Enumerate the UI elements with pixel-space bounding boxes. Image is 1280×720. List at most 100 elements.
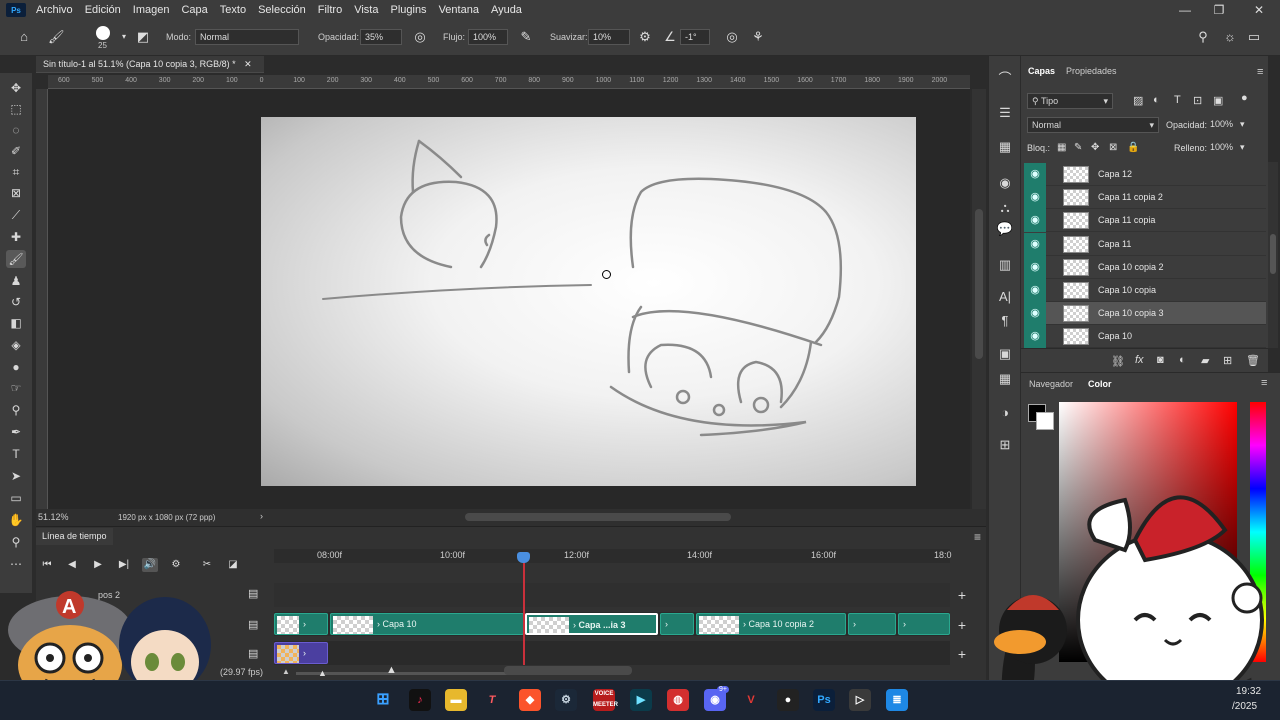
- grid-icon[interactable]: ▦: [996, 138, 1014, 156]
- brush-preview-icon[interactable]: [96, 26, 110, 40]
- menu-seleccion[interactable]: Selección: [252, 0, 312, 20]
- timeline-clip[interactable]: ›: [660, 613, 694, 635]
- frame-tool-icon[interactable]: ⊠: [6, 184, 26, 202]
- new-adjustment-icon[interactable]: ◐: [1179, 354, 1186, 366]
- document-tab[interactable]: Sin título-1 al 51.1% (Capa 10 copia 3, …: [36, 56, 264, 73]
- audio-icon[interactable]: 🔊: [142, 558, 158, 572]
- 3d-icon[interactable]: ◉: [996, 174, 1014, 192]
- more-tools-icon[interactable]: ⋯: [6, 555, 26, 573]
- obs-icon[interactable]: ●: [777, 689, 799, 711]
- voicemeeter-icon[interactable]: VOICE MEETER: [593, 689, 618, 711]
- lock-paint-icon[interactable]: ✎: [1074, 142, 1082, 153]
- pressure-size-icon[interactable]: ◎: [724, 29, 740, 45]
- layer-row[interactable]: ◉ Capa 11: [1024, 232, 1266, 256]
- filter-pixel-icon[interactable]: ▨: [1133, 94, 1143, 107]
- clock-time[interactable]: 19:32: [1236, 686, 1261, 697]
- menu-vista[interactable]: Vista: [348, 0, 384, 20]
- smudge-tool-icon[interactable]: ☞: [6, 379, 26, 397]
- playhead-handle[interactable]: [517, 552, 530, 563]
- photoshop-taskbar-icon[interactable]: Ps: [813, 689, 835, 711]
- new-layer-icon[interactable]: ⊞: [1223, 354, 1232, 367]
- add-track-icon[interactable]: +: [955, 588, 969, 602]
- delete-layer-icon[interactable]: 🗑: [1246, 354, 1260, 367]
- close-tab-icon[interactable]: ✕: [244, 59, 252, 69]
- lock-artboard-icon[interactable]: ⊠: [1109, 142, 1117, 153]
- path-icon[interactable]: ⛬: [996, 199, 1014, 217]
- visibility-toggle[interactable]: ◉: [1024, 232, 1046, 256]
- layers-scrollbar-thumb[interactable]: [1270, 234, 1276, 274]
- eraser-icon[interactable]: ◧: [6, 314, 26, 332]
- vertical-scrollbar-thumb[interactable]: [975, 209, 983, 359]
- menu-edicion[interactable]: Edición: [79, 0, 127, 20]
- search-icon[interactable]: ⚲: [1195, 29, 1211, 45]
- eyedropper-icon[interactable]: ⟋: [6, 206, 26, 224]
- close-icon[interactable]: ✕: [1240, 0, 1278, 20]
- menu-archivo[interactable]: Archivo: [30, 0, 79, 20]
- timeline-clip[interactable]: ›: [274, 613, 328, 635]
- clock-date[interactable]: /2025: [1232, 701, 1257, 712]
- timeline-zoom-thumb[interactable]: ▲: [318, 668, 327, 678]
- visibility-toggle[interactable]: ◉: [1024, 163, 1046, 186]
- layer-row[interactable]: ◉ Capa 10 copia 2: [1024, 255, 1266, 279]
- menu-ventana[interactable]: Ventana: [433, 0, 485, 20]
- adjustments-icon[interactable]: ☰: [996, 104, 1014, 122]
- channels-icon[interactable]: ⊞: [996, 436, 1014, 454]
- split-icon[interactable]: ✂: [199, 558, 215, 572]
- layer-row[interactable]: ◉ Capa 11 copia 2: [1024, 186, 1266, 210]
- paragraph-icon[interactable]: ¶: [996, 312, 1014, 330]
- film-icon[interactable]: ▤: [248, 647, 258, 660]
- background-color-swatch[interactable]: [1036, 412, 1054, 430]
- lock-pixels-icon[interactable]: ▦: [1057, 142, 1066, 153]
- visibility-toggle[interactable]: ◉: [1024, 209, 1046, 233]
- visibility-toggle[interactable]: ◉: [1024, 255, 1046, 279]
- lock-position-icon[interactable]: ✥: [1091, 142, 1099, 153]
- brush-tool-icon[interactable]: 🖌: [6, 250, 26, 268]
- tab-color[interactable]: Color: [1088, 379, 1112, 389]
- valorant-icon[interactable]: V: [740, 689, 762, 711]
- tab-propiedades[interactable]: Propiedades: [1066, 66, 1117, 76]
- tiktok-icon[interactable]: ♪: [409, 689, 431, 711]
- path-select-icon[interactable]: ➤: [6, 467, 26, 485]
- film-icon[interactable]: ▤: [248, 618, 258, 631]
- fill-input[interactable]: 100%: [1210, 142, 1233, 152]
- layer-row-selected[interactable]: ◉ Capa 10 copia 3: [1024, 302, 1266, 326]
- steam-icon[interactable]: ⚙: [555, 689, 577, 711]
- swatches-icon[interactable]: ▦: [996, 370, 1014, 388]
- character-icon[interactable]: A|: [996, 288, 1014, 306]
- windows-start-icon[interactable]: ⊞: [372, 689, 394, 711]
- timeline-clip[interactable]: › Capa 10 copia 2: [696, 613, 846, 635]
- filter-type-icon[interactable]: T: [1174, 94, 1181, 106]
- zoom-in-icon[interactable]: ▲: [386, 664, 397, 676]
- gear-icon[interactable]: ⚙: [637, 29, 653, 45]
- timeline-horizontal-scrollbar[interactable]: [504, 666, 632, 675]
- playhead[interactable]: [523, 553, 525, 665]
- brush-tool-icon[interactable]: 🖌: [48, 29, 65, 45]
- menu-ayuda[interactable]: Ayuda: [485, 0, 528, 20]
- pressure-opacity-icon[interactable]: ◎: [412, 29, 428, 45]
- menu-filtro[interactable]: Filtro: [312, 0, 348, 20]
- layer-row[interactable]: ◉ Capa 11 copia: [1024, 209, 1266, 233]
- blur-tool-icon[interactable]: ●: [6, 358, 26, 376]
- brush-presets-icon[interactable]: ▥: [996, 256, 1014, 274]
- layer-opacity-input[interactable]: 100%: [1210, 119, 1233, 129]
- typora-icon[interactable]: T: [481, 689, 503, 711]
- filter-smart-icon[interactable]: ▣: [1213, 94, 1223, 107]
- menu-imagen[interactable]: Imagen: [127, 0, 176, 20]
- visibility-toggle[interactable]: ◉: [1024, 279, 1046, 302]
- panel-menu-icon[interactable]: ≡: [1261, 377, 1267, 389]
- previous-frame-icon[interactable]: ◀: [64, 558, 80, 572]
- timeline-clip-selected[interactable]: › Capa ...ia 3: [525, 613, 658, 635]
- filter-shape-icon[interactable]: ⊡: [1193, 94, 1202, 107]
- layer-row[interactable]: ◉ Capa 12: [1024, 163, 1266, 186]
- menu-texto[interactable]: Texto: [214, 0, 252, 20]
- comment-icon[interactable]: 💬: [996, 220, 1014, 238]
- layers-scrollbar[interactable]: [1268, 162, 1278, 348]
- home-icon[interactable]: ⌂: [16, 29, 32, 45]
- marquee-tool-icon[interactable]: ⬚: [6, 100, 26, 118]
- vertical-scrollbar[interactable]: [972, 89, 986, 509]
- add-track-icon[interactable]: +: [955, 647, 969, 661]
- lock-icon[interactable]: 🔒: [1127, 142, 1139, 153]
- horizontal-scrollbar-thumb[interactable]: [465, 513, 731, 521]
- minimize-icon[interactable]: —: [1166, 0, 1204, 20]
- terminal-icon[interactable]: ▶: [630, 689, 652, 711]
